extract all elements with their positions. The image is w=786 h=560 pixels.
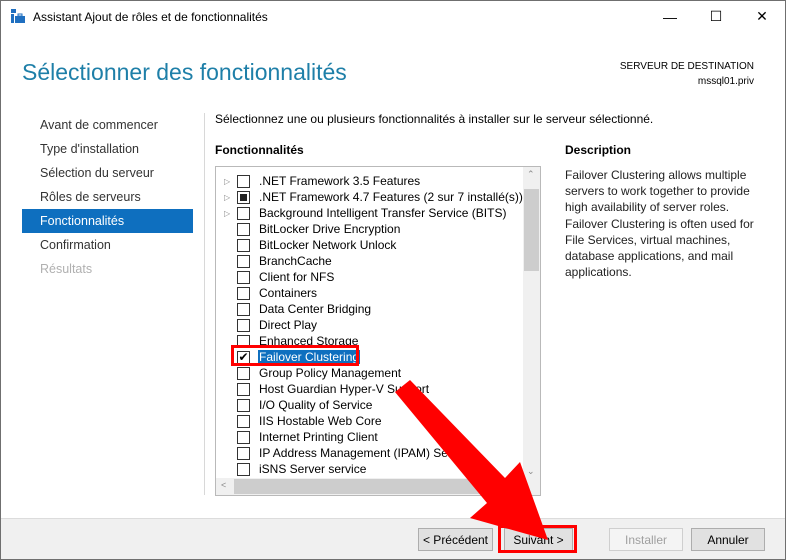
feature-label: .NET Framework 4.7 Features (2 sur 7 ins… [259,190,523,204]
previous-button[interactable]: < Précédent [418,528,493,551]
feature-label: Containers [259,286,318,300]
feature-checkbox[interactable] [237,398,250,412]
feature-label: Background Intelligent Transfer Service … [259,206,507,220]
feature-label: Group Policy Management [259,366,402,380]
cancel-button[interactable]: Annuler [691,528,765,551]
feature-item[interactable]: IIS Hostable Web Core [216,413,521,429]
vertical-scrollbar[interactable]: ⌃ ⌄ [523,167,540,479]
sidebar-item[interactable]: Confirmation [22,233,193,257]
feature-checkbox[interactable] [237,334,250,348]
feature-checkbox[interactable] [237,430,250,444]
wizard-window: Assistant Ajout de rôles et de fonctionn… [0,0,786,560]
feature-checkbox[interactable] [237,190,250,204]
sidebar-item[interactable]: Sélection du serveur [22,161,193,185]
feature-label: iSNS Server service [259,462,367,476]
sidebar-item[interactable]: Rôles de serveurs [22,185,193,209]
feature-checkbox[interactable] [237,302,250,316]
maximize-button[interactable]: ☐ [693,1,739,32]
feature-checkbox[interactable] [237,270,250,284]
horizontal-scrollbar[interactable]: < > [216,478,523,495]
feature-item[interactable]: BranchCache [216,253,521,269]
feature-label: IIS Hostable Web Core [259,414,382,428]
feature-item[interactable]: Data Center Bridging [216,301,521,317]
destination-server-name: mssql01.priv [697,76,754,87]
expand-icon[interactable]: ▷ [224,177,230,186]
feature-label: Direct Play [259,318,318,332]
feature-checkbox[interactable] [237,286,250,300]
feature-label: Enhanced Storage [259,334,359,348]
feature-item[interactable]: ▷ .NET Framework 4.7 Features (2 sur 7 in… [216,189,523,205]
feature-label: Failover Clustering [258,350,361,364]
destination-server: SERVEUR DE DESTINATION mssql01.priv [620,59,754,89]
hscrollbar-thumb[interactable] [234,479,500,494]
window-title: Assistant Ajout de rôles et de fonctionn… [33,10,268,24]
title-bar: Assistant Ajout de rôles et de fonctionn… [1,1,785,32]
close-button[interactable]: ✕ [739,1,785,32]
next-button[interactable]: Suivant > [504,528,573,551]
feature-item[interactable]: Direct Play [216,317,521,333]
feature-checkbox[interactable]: ✔ [237,350,250,364]
sidebar-item[interactable]: Type d'installation [22,137,193,161]
feature-item[interactable]: ▷ .NET Framework 3.5 Features [216,173,521,189]
server-manager-icon [11,9,25,23]
feature-item[interactable]: Client for NFS [216,269,521,285]
scroll-up-icon[interactable]: ⌃ [527,169,535,180]
feature-label: Host Guardian Hyper-V Support [259,382,430,396]
install-button[interactable]: Installer [609,528,683,551]
minimize-button[interactable]: — [647,1,693,32]
feature-label: Internet Printing Client [259,430,378,444]
feature-checkbox[interactable] [237,414,250,428]
feature-item[interactable]: BitLocker Network Unlock [216,237,521,253]
feature-checkbox[interactable] [237,174,250,188]
feature-item[interactable]: Enhanced Storage [216,333,521,349]
feature-item[interactable]: ✔ Failover Clustering [216,349,521,365]
feature-checkbox[interactable] [237,382,250,396]
feature-item[interactable]: Internet Printing Client [216,429,521,445]
scroll-left-icon[interactable]: < [221,480,226,490]
feature-label: .NET Framework 3.5 Features [259,174,421,188]
feature-description: Failover Clustering allows multiple serv… [565,168,754,280]
feature-item[interactable]: Group Policy Management [216,365,521,381]
sidebar-item[interactable]: Fonctionnalités [22,209,193,233]
features-label: Fonctionnalités [215,143,304,157]
scroll-corner [523,478,540,495]
feature-checkbox[interactable] [237,254,250,268]
page-title: Sélectionner des fonctionnalités [22,59,347,85]
expand-icon[interactable]: ▷ [224,193,230,202]
feature-checkbox[interactable] [237,462,250,476]
wizard-steps: Avant de commencer Type d'installation Sél… [22,113,193,281]
feature-checkbox[interactable] [237,222,250,236]
feature-item[interactable]: Containers [216,285,521,301]
description-label: Description [565,143,632,157]
feature-item[interactable]: I/O Quality of Service [216,397,521,413]
divider [204,113,205,495]
feature-label: BitLocker Drive Encryption [259,222,401,236]
features-list[interactable]: ▷ .NET Framework 3.5 Features ▷ .NET Framew… [215,166,541,496]
destination-label: SERVEUR DE DESTINATION [619,61,754,72]
sidebar-item: Résultats [40,262,93,276]
feature-item[interactable]: iSNS Server service [216,461,521,477]
feature-item[interactable]: ▷ Background Intelligent Transfer Service… [216,205,521,221]
feature-label: IP Address Management (IPAM) Server [259,446,469,460]
feature-label: Data Center Bridging [259,302,372,316]
feature-label: Client for NFS [259,270,335,284]
feature-checkbox[interactable] [237,446,250,460]
expand-icon[interactable]: ▷ [224,209,230,218]
feature-checkbox[interactable] [237,238,250,252]
feature-checkbox[interactable] [237,366,250,380]
scroll-down-icon[interactable]: ⌄ [527,466,535,477]
scroll-right-icon[interactable]: > [513,480,518,490]
feature-label: I/O Quality of Service [259,398,373,412]
feature-checkbox[interactable] [237,206,250,220]
intro-text: Sélectionnez une ou plusieurs fonctionna… [215,112,654,126]
feature-label: BitLocker Network Unlock [259,238,397,252]
feature-label: BranchCache [259,254,332,268]
feature-item[interactable]: IP Address Management (IPAM) Server [216,445,521,461]
feature-checkbox[interactable] [237,318,250,332]
scrollbar-thumb[interactable] [524,189,539,271]
feature-item[interactable]: BitLocker Drive Encryption [216,221,521,237]
sidebar-item[interactable]: Avant de commencer [22,113,193,137]
feature-item[interactable]: Host Guardian Hyper-V Support [216,381,521,397]
